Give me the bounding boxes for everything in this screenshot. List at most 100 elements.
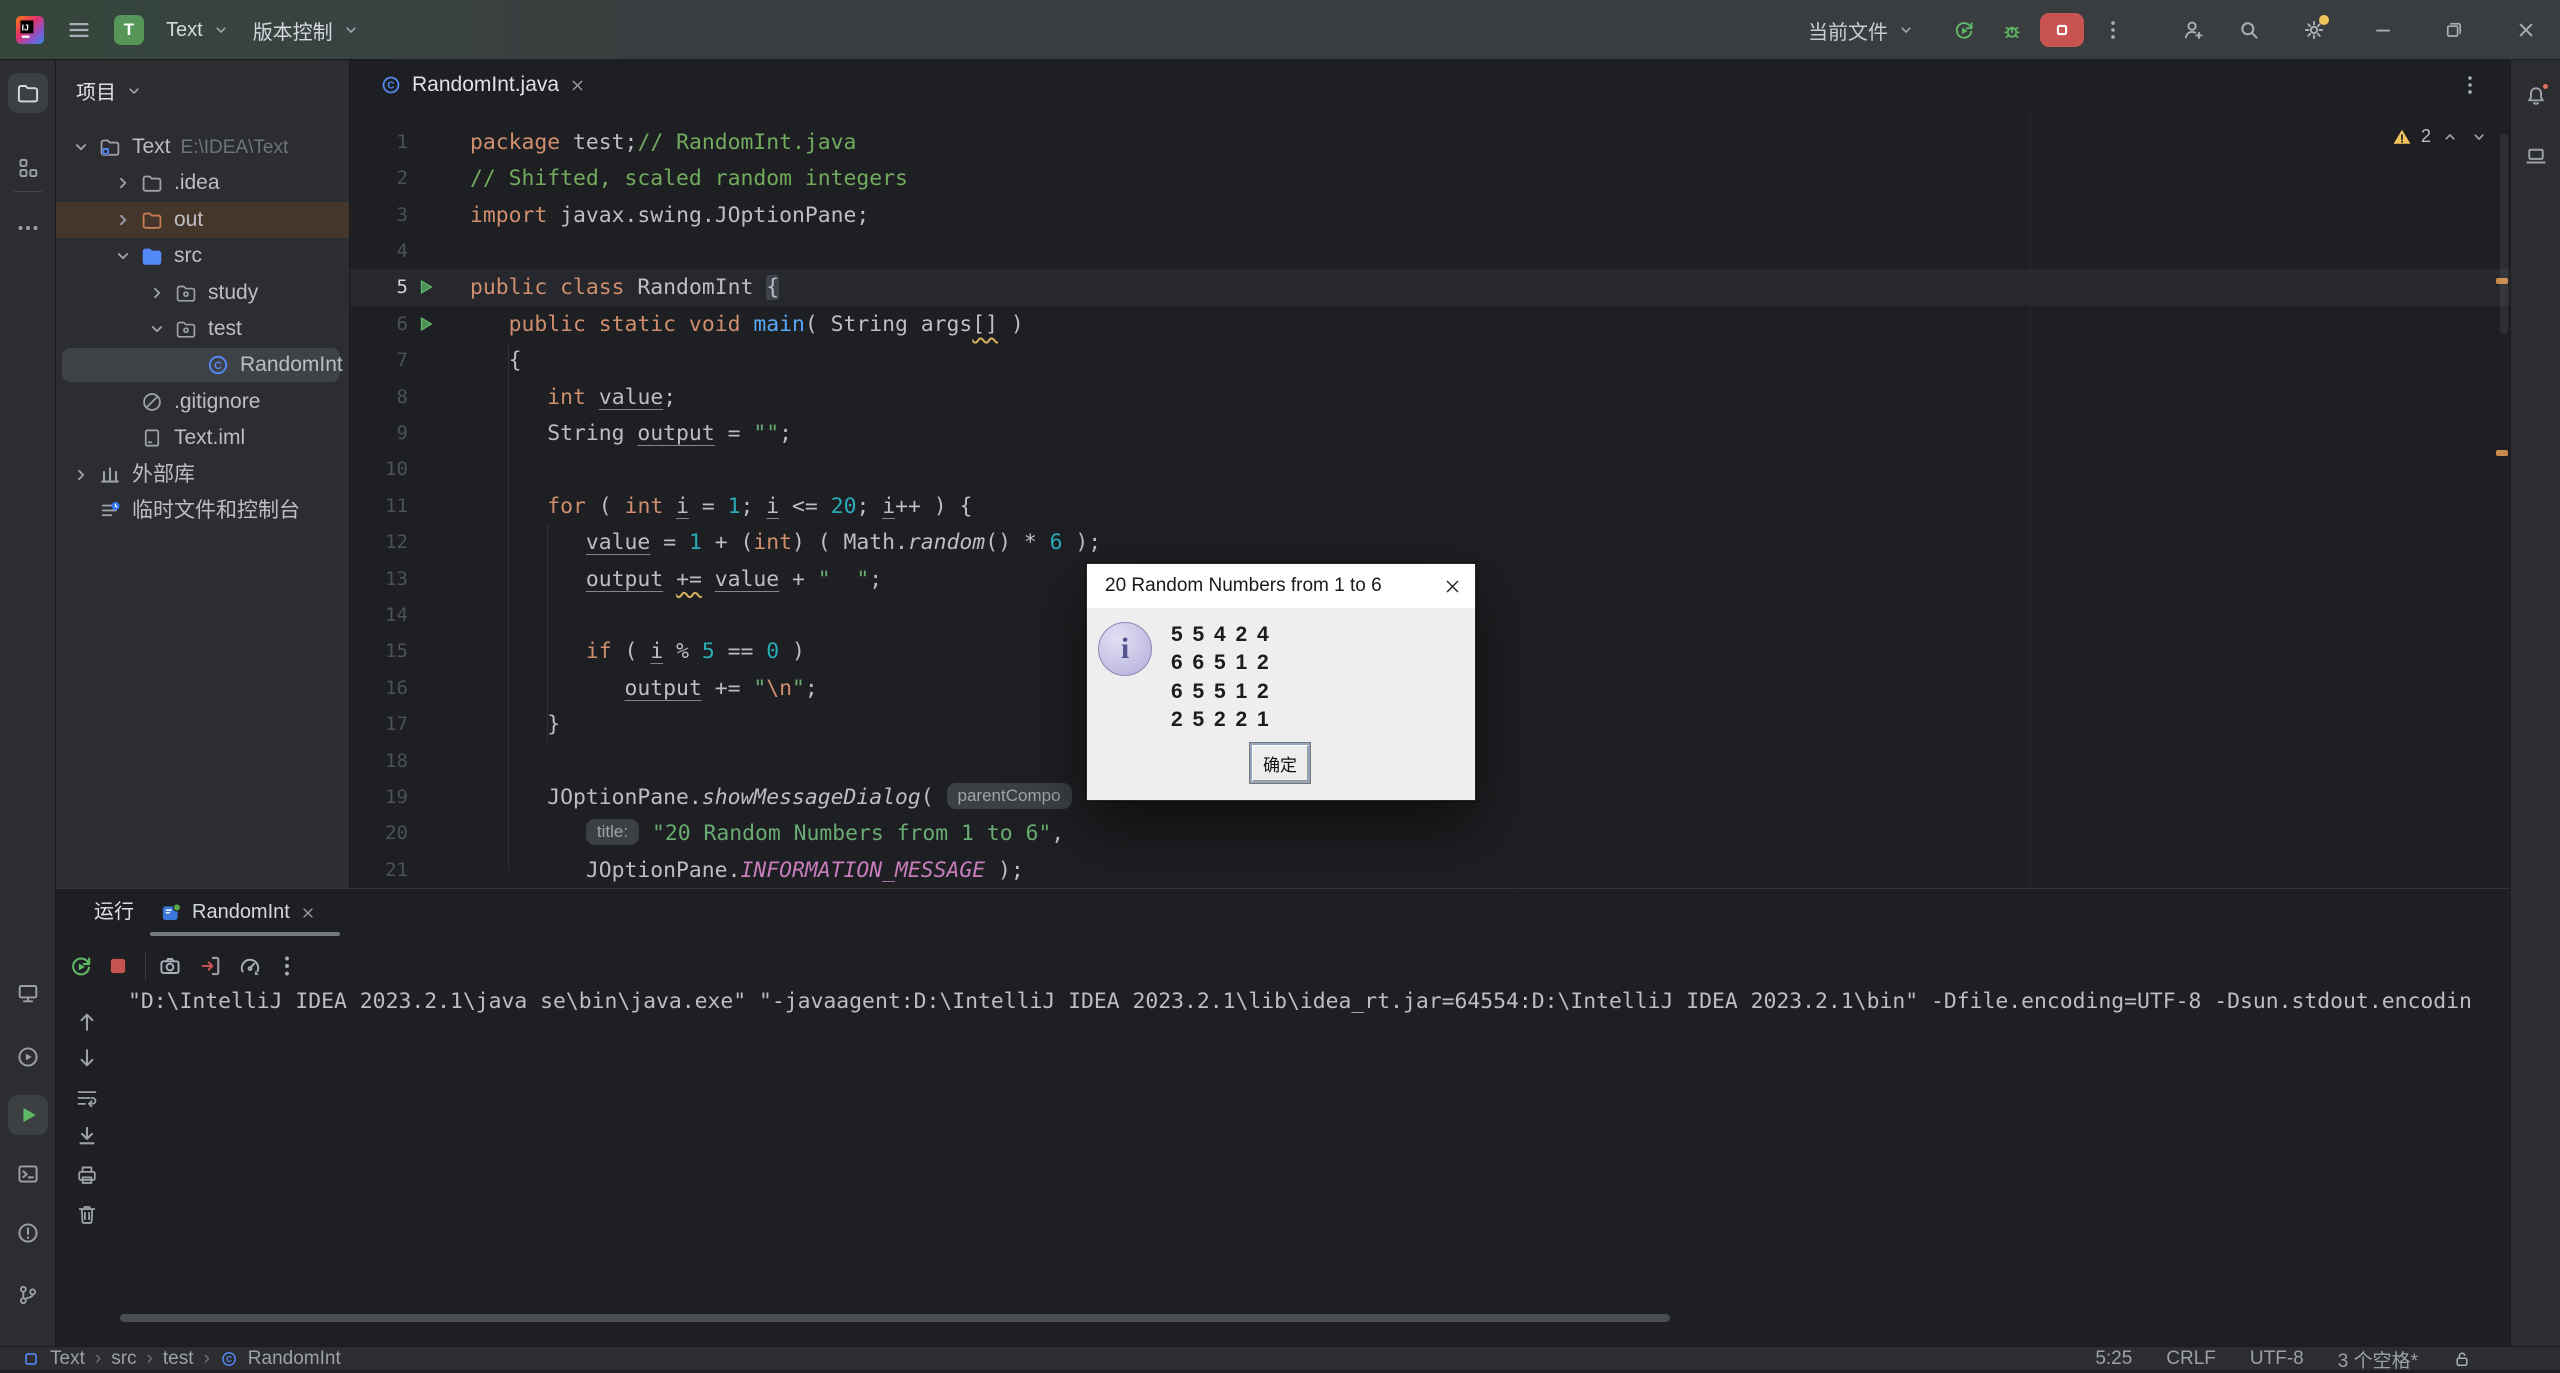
kebab-button[interactable]	[274, 953, 300, 979]
tree-item-study[interactable]: study	[56, 275, 350, 311]
rerun-button[interactable]	[1952, 18, 1976, 42]
user-plus-button[interactable]	[2181, 18, 2205, 42]
tree-item-[interactable]: 外部库	[56, 457, 350, 493]
inspections-widget[interactable]: 2	[2392, 126, 2489, 147]
rerun-button[interactable]	[68, 953, 94, 979]
scroll-end-button[interactable]	[74, 1123, 100, 1149]
breadcrumb-item[interactable]: src	[111, 1348, 136, 1370]
statusbar-item[interactable]: CRLF	[2166, 1348, 2216, 1370]
code-line-2[interactable]: 2// Shifted, scaled random integers	[350, 160, 2510, 197]
arrow-up-button[interactable]	[74, 1009, 100, 1035]
close-tab-icon[interactable]	[300, 905, 316, 921]
ok-button[interactable]: 确定	[1250, 743, 1310, 783]
main-menu-icon[interactable]	[66, 17, 92, 43]
tree-item-randomint[interactable]: CRandomInt	[56, 347, 350, 383]
git-branch-tool-button[interactable]	[8, 1275, 48, 1315]
chevron-right-icon[interactable]	[112, 209, 134, 231]
chevron-right-icon[interactable]	[112, 172, 134, 194]
search-button[interactable]	[2237, 18, 2261, 42]
kebab-button[interactable]	[2101, 18, 2125, 42]
tree-item-src[interactable]: src	[56, 238, 350, 274]
arrow-down-button[interactable]	[74, 1045, 100, 1071]
chevron-down-icon[interactable]	[146, 318, 168, 340]
code-line-20[interactable]: 20 title: "20 Random Numbers from 1 to 6…	[350, 815, 2510, 852]
breadcrumb-item[interactable]: RandomInt	[248, 1348, 341, 1370]
run-line-icon[interactable]	[416, 314, 436, 334]
next-issue-icon[interactable]	[2469, 127, 2489, 147]
code-line-4[interactable]: 4	[350, 233, 2510, 270]
more-tool-button[interactable]	[8, 208, 48, 248]
prev-issue-icon[interactable]	[2440, 127, 2460, 147]
lock-open-icon[interactable]	[2452, 1349, 2472, 1369]
tree-item-gitignore[interactable]: .gitignore	[56, 384, 350, 420]
tab-options-icon[interactable]	[2458, 73, 2482, 97]
tree-item-textiml[interactable]: Text.iml	[56, 420, 350, 456]
monitor-tool-button[interactable]	[8, 973, 48, 1013]
close-button[interactable]	[2514, 18, 2538, 42]
chevron-down-icon[interactable]	[70, 136, 92, 158]
run-line-icon[interactable]	[416, 277, 436, 297]
code-text: JOptionPane.showMessageDialog( parentCom…	[470, 779, 1072, 816]
statusbar-item[interactable]: 5:25	[2095, 1348, 2132, 1370]
structure-tool-button[interactable]	[8, 148, 48, 188]
run-tab-randomint[interactable]: RandomInt	[160, 889, 316, 936]
console-hscrollbar[interactable]	[120, 1314, 1670, 1322]
code-line-7[interactable]: 7 {	[350, 342, 2510, 379]
problems-tool-button[interactable]	[8, 1213, 48, 1253]
camera-button[interactable]	[157, 953, 183, 979]
gauge-button[interactable]	[237, 953, 263, 979]
stop-red-button[interactable]	[105, 953, 131, 979]
breadcrumb-item[interactable]: test	[163, 1348, 194, 1370]
play-circle-tool-button[interactable]	[8, 1037, 48, 1077]
statusbar-item[interactable]: UTF-8	[2250, 1348, 2304, 1370]
trash-button[interactable]	[74, 1201, 100, 1227]
code-line-1[interactable]: 1package test;// RandomInt.java	[350, 124, 2510, 161]
chevron-right-icon[interactable]	[70, 464, 92, 486]
maximize-button[interactable]	[2442, 18, 2466, 42]
code-line-6[interactable]: 6 public static void main( String args[]…	[350, 306, 2510, 343]
line-number: 11	[350, 488, 408, 525]
tree-item-idea[interactable]: .idea	[56, 165, 350, 201]
enter-button[interactable]	[198, 953, 224, 979]
run-configuration-selector[interactable]: 当前文件	[1808, 0, 1916, 60]
tree-item-test[interactable]: test	[56, 311, 350, 347]
code-line-5[interactable]: 5public class RandomInt {	[350, 269, 2510, 306]
laptop-tool-button[interactable]	[2516, 136, 2556, 176]
minimize-button[interactable]	[2371, 18, 2395, 42]
vcs-widget[interactable]: 版本控制	[253, 16, 361, 45]
run-panel-title[interactable]: 运行	[94, 889, 134, 936]
debug-button[interactable]	[2000, 18, 2024, 42]
project-folder-tool-button[interactable]	[8, 73, 48, 113]
breadcrumb-item[interactable]: Text	[50, 1348, 85, 1370]
terminal-tool-button[interactable]	[8, 1154, 48, 1194]
chevron-right-icon[interactable]	[146, 282, 168, 304]
editor-scrollbar[interactable]	[2500, 134, 2508, 334]
editor-tab-randomint[interactable]: C RandomInt.java	[366, 60, 600, 110]
dialog-titlebar[interactable]: 20 Random Numbers from 1 to 6	[1087, 564, 1475, 608]
code-line-12[interactable]: 12 value = 1 + (int) ( Math.random() * 6…	[350, 524, 2510, 561]
printer-button[interactable]	[74, 1162, 100, 1188]
code-line-11[interactable]: 11 for ( int i = 1; i <= 20; i++ ) {	[350, 488, 2510, 525]
gear-button[interactable]	[2302, 18, 2326, 42]
error-stripe-mark[interactable]	[2496, 450, 2508, 456]
code-line-3[interactable]: 3import javax.swing.JOptionPane;	[350, 197, 2510, 234]
code-line-8[interactable]: 8 int value;	[350, 379, 2510, 416]
project-panel-header[interactable]: 项目	[76, 76, 144, 105]
tree-item-text[interactable]: TextE:\IDEA\Text	[56, 129, 350, 165]
code-line-9[interactable]: 9 String output = "";	[350, 415, 2510, 452]
code-line-21[interactable]: 21 JOptionPane.INFORMATION_MESSAGE );	[350, 852, 2510, 888]
tree-item-out[interactable]: out	[56, 202, 350, 238]
project-selector[interactable]: Text	[166, 19, 231, 42]
bell-tool-button[interactable]	[2516, 76, 2556, 116]
tree-item-[interactable]: 临时文件和控制台	[56, 493, 350, 529]
chevron-down-icon[interactable]	[112, 245, 134, 267]
close-tab-icon[interactable]	[569, 77, 586, 94]
run-tool-button[interactable]	[8, 1095, 48, 1135]
dialog-close-button[interactable]	[1429, 564, 1475, 608]
code-line-10[interactable]: 10	[350, 451, 2510, 488]
stop-button[interactable]	[2040, 13, 2084, 47]
statusbar-widgets: 5:25 CRLF UTF-8 3 个空格*	[2095, 1347, 2472, 1371]
monitor-icon	[15, 980, 41, 1006]
soft-wrap-button[interactable]	[74, 1085, 100, 1111]
statusbar-item[interactable]: 3 个空格*	[2338, 1346, 2418, 1373]
